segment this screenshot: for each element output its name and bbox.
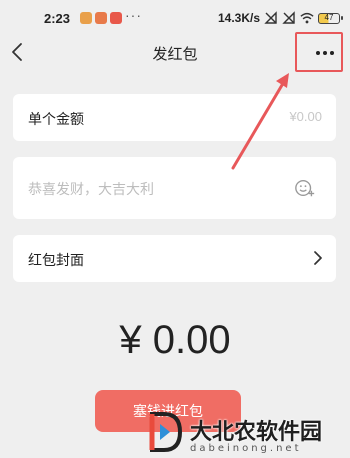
network-speed: 14.3K/s [217, 11, 260, 25]
chevron-right-icon [314, 251, 322, 265]
emoji-add-icon[interactable] [294, 177, 316, 199]
notification-app-icon [95, 12, 107, 24]
watermark-logo-icon [149, 412, 183, 452]
watermark: 大北农软件园 dabeinong.net [148, 408, 348, 458]
no-signal-icon [282, 11, 295, 24]
notification-app-icon [80, 12, 92, 24]
notification-app-icon [110, 12, 122, 24]
amount-row[interactable]: 单个金额 ¥0.00 [13, 94, 336, 141]
amount-label: 单个金额 [28, 111, 84, 127]
total-amount: ¥ 0.00 [119, 318, 231, 362]
battery-icon: 47 [318, 12, 343, 24]
status-more-dots: ··· [125, 7, 142, 23]
cover-row[interactable]: 红包封面 [13, 235, 336, 282]
greeting-placeholder: 恭喜发财，大吉大利 [28, 181, 154, 197]
wifi-icon [300, 12, 314, 24]
amount-input[interactable]: ¥0.00 [289, 109, 322, 124]
cover-label: 红包封面 [28, 252, 84, 268]
no-signal-icon [264, 11, 277, 24]
greeting-input[interactable]: 恭喜发财，大吉大利 [13, 157, 336, 219]
watermark-subtitle: dabeinong.net [190, 443, 302, 454]
annotation-highlight-box [295, 32, 343, 72]
status-bar: 2:23 ··· 14.3K/s 47 [0, 0, 350, 36]
watermark-title: 大北农软件园 [190, 420, 323, 445]
status-time: 2:23 [44, 11, 71, 26]
